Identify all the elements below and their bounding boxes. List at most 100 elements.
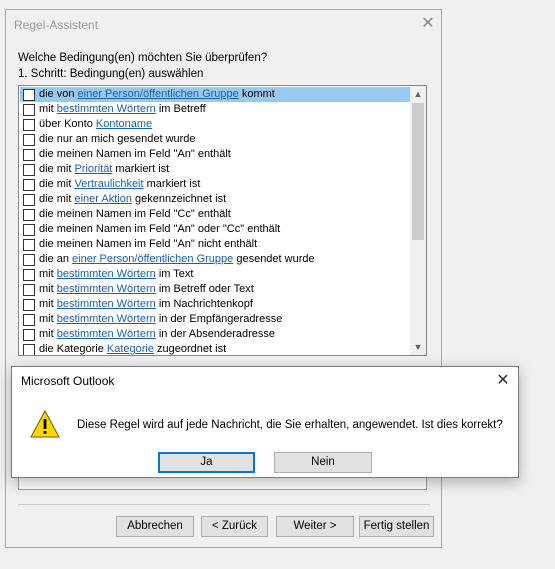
condition-text-pre: die mit bbox=[39, 193, 75, 205]
condition-text: die mit Priorität markiert ist bbox=[39, 162, 169, 177]
condition-text: die an einer Person/öffentlichen Gruppe … bbox=[39, 252, 315, 267]
condition-text-post: in der Absenderadresse bbox=[155, 328, 276, 340]
condition-scrollbar[interactable]: ▲ ▼ bbox=[410, 86, 426, 355]
condition-checkbox[interactable] bbox=[23, 254, 35, 266]
condition-checkbox[interactable] bbox=[23, 344, 35, 355]
condition-text: mit bestimmten Wörtern im Nachrichtenkop… bbox=[39, 297, 253, 312]
finish-button[interactable]: Fertig stellen bbox=[359, 516, 434, 537]
condition-text: mit bestimmten Wörtern im Text bbox=[39, 267, 193, 282]
condition-link[interactable]: bestimmten Wörtern bbox=[57, 328, 156, 340]
question-label: Welche Bedingung(en) möchten Sie überprü… bbox=[18, 52, 268, 64]
condition-link[interactable]: Priorität bbox=[74, 163, 112, 175]
condition-checkbox[interactable] bbox=[23, 224, 35, 236]
condition-row[interactable]: die nur an mich gesendet wurde bbox=[20, 132, 411, 147]
condition-text: die von einer Person/öffentlichen Gruppe… bbox=[39, 87, 275, 102]
condition-row[interactable]: über Konto Kontoname bbox=[20, 117, 411, 132]
back-button[interactable]: < Zurück bbox=[201, 516, 268, 537]
condition-list[interactable]: die von einer Person/öffentlichen Gruppe… bbox=[18, 85, 427, 356]
condition-row[interactable]: die Kategorie Kategorie zugeordnet ist bbox=[20, 342, 411, 355]
condition-text-pre: die meinen Namen im Feld "Cc" enthält bbox=[39, 208, 231, 220]
condition-checkbox[interactable] bbox=[23, 209, 35, 221]
cancel-button[interactable]: Abbrechen bbox=[116, 516, 194, 537]
condition-checkbox[interactable] bbox=[23, 194, 35, 206]
condition-checkbox[interactable] bbox=[23, 149, 35, 161]
condition-link[interactable]: einer Aktion bbox=[74, 193, 131, 205]
condition-checkbox[interactable] bbox=[23, 239, 35, 251]
condition-link[interactable]: bestimmten Wörtern bbox=[57, 283, 156, 295]
condition-text: mit bestimmten Wörtern im Betreff bbox=[39, 102, 206, 117]
condition-text-pre: die meinen Namen im Feld "An" enthält bbox=[39, 148, 231, 160]
condition-text: die nur an mich gesendet wurde bbox=[39, 132, 196, 147]
condition-checkbox[interactable] bbox=[23, 89, 35, 101]
condition-text: über Konto Kontoname bbox=[39, 117, 152, 132]
condition-row[interactable]: die meinen Namen im Feld "Cc" enthält bbox=[20, 207, 411, 222]
condition-checkbox[interactable] bbox=[23, 314, 35, 326]
condition-text-pre: mit bbox=[39, 283, 57, 295]
condition-text: die meinen Namen im Feld "An" oder "Cc" … bbox=[39, 222, 280, 237]
condition-link[interactable]: bestimmten Wörtern bbox=[57, 298, 156, 310]
condition-link[interactable]: einer Person/öffentlichen Gruppe bbox=[78, 88, 239, 100]
condition-text: die meinen Namen im Feld "An" nicht enth… bbox=[39, 237, 257, 252]
condition-checkbox[interactable] bbox=[23, 329, 35, 341]
condition-row[interactable]: mit bestimmten Wörtern im Betreff bbox=[20, 102, 411, 117]
condition-row[interactable]: die mit Vertraulichkeit markiert ist bbox=[20, 177, 411, 192]
condition-text: mit bestimmten Wörtern in der Absenderad… bbox=[39, 327, 275, 342]
condition-checkbox[interactable] bbox=[23, 119, 35, 131]
condition-link[interactable]: Kontoname bbox=[96, 118, 152, 130]
button-separator bbox=[18, 504, 430, 505]
condition-row[interactable]: die meinen Namen im Feld "An" oder "Cc" … bbox=[20, 222, 411, 237]
condition-row[interactable]: die meinen Namen im Feld "An" enthält bbox=[20, 147, 411, 162]
condition-text-pre: die meinen Namen im Feld "An" oder "Cc" … bbox=[39, 223, 281, 235]
condition-text: die meinen Namen im Feld "Cc" enthält bbox=[39, 207, 231, 222]
condition-text-post: im Nachrichtenkopf bbox=[155, 298, 253, 310]
condition-checkbox[interactable] bbox=[23, 164, 35, 176]
message-text: Diese Regel wird auf jede Nachricht, die… bbox=[77, 419, 503, 431]
condition-link[interactable]: einer Person/öffentlichen Gruppe bbox=[72, 253, 233, 265]
no-button[interactable]: Nein bbox=[274, 452, 372, 473]
condition-link[interactable]: Kategorie bbox=[107, 343, 154, 355]
condition-row[interactable]: die meinen Namen im Feld "An" nicht enth… bbox=[20, 237, 411, 252]
condition-text-post: im Betreff bbox=[155, 103, 206, 115]
condition-link[interactable]: bestimmten Wörtern bbox=[57, 268, 156, 280]
scroll-up-icon[interactable]: ▲ bbox=[410, 86, 426, 102]
condition-text-pre: mit bbox=[39, 328, 57, 340]
next-button[interactable]: Weiter > bbox=[276, 516, 354, 537]
condition-checkbox[interactable] bbox=[23, 284, 35, 296]
condition-checkbox[interactable] bbox=[23, 179, 35, 191]
yes-button[interactable]: Ja bbox=[158, 452, 255, 473]
condition-checkbox[interactable] bbox=[23, 269, 35, 281]
scroll-down-icon[interactable]: ▼ bbox=[410, 339, 426, 355]
condition-text: die mit einer Aktion gekennzeichnet ist bbox=[39, 192, 226, 207]
condition-row[interactable]: die von einer Person/öffentlichen Gruppe… bbox=[20, 87, 411, 102]
condition-text: die meinen Namen im Feld "An" enthält bbox=[39, 147, 231, 162]
condition-row[interactable]: mit bestimmten Wörtern im Betreff oder T… bbox=[20, 282, 411, 297]
condition-checkbox[interactable] bbox=[23, 299, 35, 311]
condition-row[interactable]: mit bestimmten Wörtern in der Empfängera… bbox=[20, 312, 411, 327]
condition-row[interactable]: mit bestimmten Wörtern in der Absenderad… bbox=[20, 327, 411, 342]
condition-text: die mit Vertraulichkeit markiert ist bbox=[39, 177, 200, 192]
scroll-thumb[interactable] bbox=[412, 103, 424, 240]
condition-text: mit bestimmten Wörtern im Betreff oder T… bbox=[39, 282, 254, 297]
condition-checkbox[interactable] bbox=[23, 104, 35, 116]
condition-text-pre: die nur an mich gesendet wurde bbox=[39, 133, 196, 145]
condition-link[interactable]: Vertraulichkeit bbox=[74, 178, 143, 190]
condition-text-post: im Betreff oder Text bbox=[155, 283, 254, 295]
condition-text-pre: die von bbox=[39, 88, 78, 100]
condition-text-post: gekennzeichnet ist bbox=[131, 193, 227, 205]
condition-text-pre: mit bbox=[39, 298, 57, 310]
condition-row[interactable]: die an einer Person/öffentlichen Gruppe … bbox=[20, 252, 411, 267]
condition-checkbox[interactable] bbox=[23, 134, 35, 146]
condition-text-post: in der Empfängeradresse bbox=[155, 313, 283, 325]
condition-row[interactable]: mit bestimmten Wörtern im Text bbox=[20, 267, 411, 282]
message-box-close-icon[interactable]: ✕ bbox=[492, 370, 514, 392]
condition-text-post: markiert ist bbox=[143, 178, 201, 190]
condition-row[interactable]: die mit Priorität markiert ist bbox=[20, 162, 411, 177]
condition-row[interactable]: die mit einer Aktion gekennzeichnet ist bbox=[20, 192, 411, 207]
condition-text: die Kategorie Kategorie zugeordnet ist bbox=[39, 342, 226, 355]
condition-text-pre: mit bbox=[39, 313, 57, 325]
condition-link[interactable]: bestimmten Wörtern bbox=[57, 103, 156, 115]
condition-row[interactable]: mit bestimmten Wörtern im Nachrichtenkop… bbox=[20, 297, 411, 312]
condition-link[interactable]: bestimmten Wörtern bbox=[57, 313, 156, 325]
wizard-close-icon[interactable]: ✕ bbox=[418, 14, 438, 34]
message-box-title: Microsoft Outlook bbox=[21, 374, 115, 388]
